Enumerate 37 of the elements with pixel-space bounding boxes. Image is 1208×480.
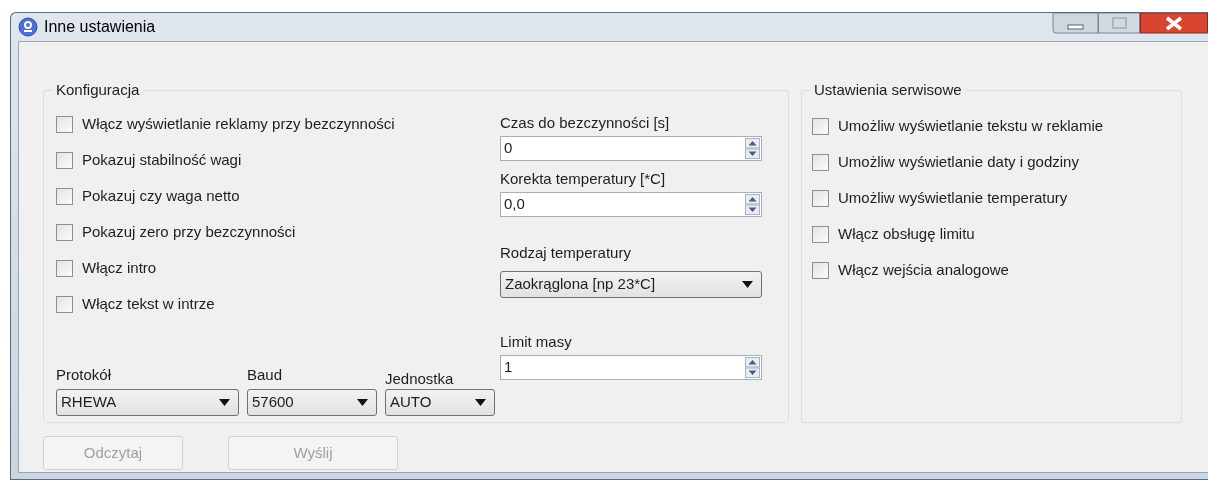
maximize-button[interactable] <box>1098 13 1140 34</box>
caret-icon <box>357 399 368 406</box>
dropdown[interactable]: AUTO <box>385 389 495 416</box>
checkbox[interactable]: Umożliw wyświetlanie daty i godziny <box>812 144 1181 180</box>
number-field[interactable]: 0,0 <box>500 192 762 217</box>
checkbox[interactable]: Włącz tekst w intrze <box>56 286 500 322</box>
spinner-arrows[interactable] <box>745 194 760 215</box>
caret-icon <box>219 399 230 406</box>
window-title: Inne ustawienia <box>44 17 156 37</box>
close-button[interactable] <box>1140 13 1208 34</box>
field-label: Czas do bezczynności [s] <box>500 113 671 132</box>
number-field[interactable]: 0 <box>500 136 762 161</box>
spinner-arrows[interactable] <box>745 357 760 378</box>
spinner-arrows[interactable] <box>745 138 760 159</box>
caret-icon <box>742 281 753 288</box>
field-label: Rodzaj temperatury <box>500 243 632 262</box>
field-label: Limit masy <box>500 332 573 351</box>
app-icon <box>18 17 38 37</box>
caret-icon <box>475 399 486 406</box>
field-label: Protokół <box>56 365 113 384</box>
field-label: Jednostka <box>385 369 455 388</box>
checkbox[interactable]: Pokazuj stabilność wagi <box>56 142 500 178</box>
number-field[interactable]: 1 <box>500 355 762 380</box>
field-label: Baud <box>247 365 284 384</box>
dropdown[interactable]: Zaokrąglona [np 23*C] <box>500 271 762 298</box>
checkbox[interactable]: Pokazuj czy waga netto <box>56 178 500 214</box>
checkbox[interactable]: Pokazuj zero przy bezczynności <box>56 214 500 250</box>
checkbox[interactable]: Włącz wyświetlanie reklamy przy bezczynności <box>56 106 500 142</box>
checkbox[interactable]: Włącz intro <box>56 250 500 286</box>
checkbox[interactable]: Umożliw wyświetlanie tekstu w reklamie <box>812 108 1181 144</box>
field-label: Korekta temperatury [*C] <box>500 169 667 188</box>
dropdown[interactable]: 57600 <box>247 389 377 416</box>
dropdown[interactable]: RHEWA <box>56 389 239 416</box>
checkbox[interactable]: Włącz obsługę limitu <box>812 216 1181 252</box>
minimize-button[interactable] <box>1052 13 1098 34</box>
checkbox[interactable]: Włącz wejścia analogowe <box>812 252 1181 288</box>
checkbox[interactable]: Umożliw wyświetlanie temperatury <box>812 180 1181 216</box>
